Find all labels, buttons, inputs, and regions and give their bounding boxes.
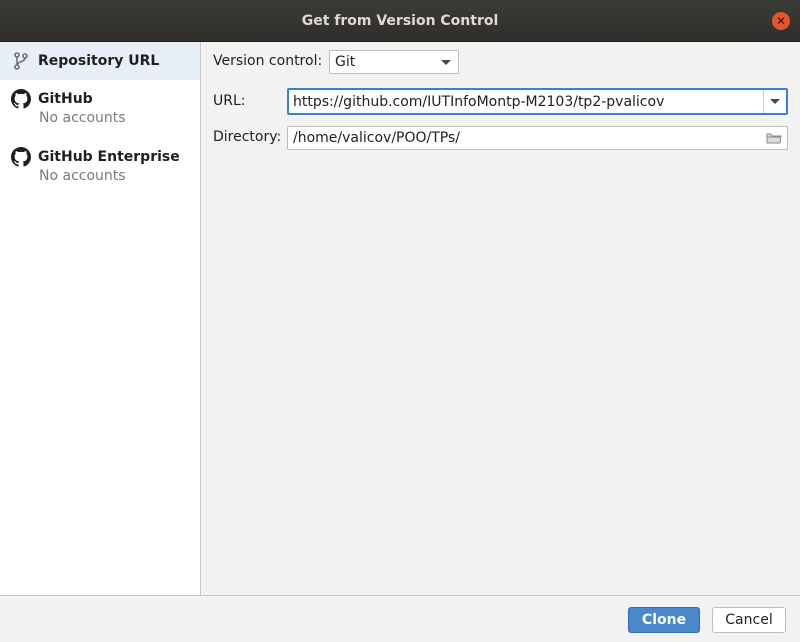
sidebar-item-repository-url[interactable]: Repository URL — [0, 42, 200, 80]
github-icon — [10, 88, 32, 110]
chevron-down-icon — [441, 60, 451, 65]
sidebar-item-label: GitHub Enterprise — [38, 149, 180, 165]
account-status: No accounts — [39, 168, 126, 184]
directory-label: Directory: — [213, 129, 282, 145]
sidebar-item-github-enterprise[interactable]: GitHub Enterprise No accounts — [0, 138, 200, 196]
url-history-dropdown[interactable] — [763, 90, 786, 113]
url-label: URL: — [213, 93, 246, 109]
version-control-row: Version control: — [213, 53, 322, 69]
directory-row: Directory: — [213, 129, 281, 145]
version-control-value: Git — [335, 54, 356, 70]
directory-input[interactable] — [288, 127, 765, 149]
url-field[interactable] — [287, 88, 788, 115]
chevron-down-icon — [770, 99, 780, 104]
sidebar-item-label: GitHub — [38, 91, 93, 107]
url-input[interactable] — [289, 89, 765, 114]
account-status: No accounts — [39, 110, 126, 126]
main-panel: Version control: Git URL: Directory: — [201, 42, 800, 595]
folder-icon[interactable] — [766, 132, 782, 144]
sidebar-item-label: Repository URL — [38, 53, 160, 69]
close-window-button[interactable]: ✕ — [772, 12, 790, 30]
url-row: URL: — [213, 93, 246, 109]
close-icon: ✕ — [775, 14, 787, 28]
dialog-window: Get from Version Control ✕ Repository UR… — [0, 0, 800, 642]
button-bar: Clone Cancel — [0, 595, 800, 642]
sidebar: Repository URL GitHub No accounts GitHub… — [0, 42, 201, 595]
window-title: Get from Version Control — [301, 12, 499, 29]
github-icon — [10, 146, 32, 168]
version-control-label: Version control: — [213, 53, 323, 69]
sidebar-item-github[interactable]: GitHub No accounts — [0, 80, 200, 138]
cancel-button[interactable]: Cancel — [712, 607, 786, 633]
vcs-branch-icon — [10, 50, 32, 72]
directory-field[interactable] — [287, 126, 788, 150]
version-control-select[interactable]: Git — [329, 50, 459, 74]
title-bar: Get from Version Control ✕ — [0, 0, 800, 42]
clone-button[interactable]: Clone — [628, 607, 700, 633]
